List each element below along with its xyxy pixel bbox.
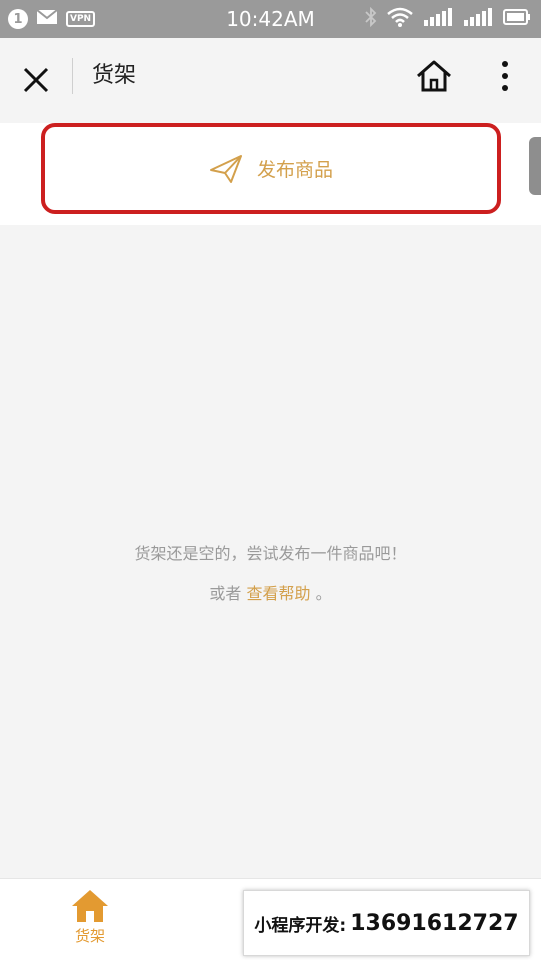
header-divider [72,58,73,94]
wifi-icon [387,7,413,31]
empty-state-message: 货架还是空的，尝试发布一件商品吧！ [134,544,407,563]
help-suffix: 。 [315,584,332,603]
promo-number: 13691612727 [350,910,519,936]
screen: 1 VPN 10:42AM 货架 发布商品 货架还是空的，尝试发布一件商品吧！ … [0,0,541,960]
close-button[interactable] [16,60,56,100]
help-line: 或者 查看帮助 。 [0,580,541,604]
status-right [365,0,531,38]
side-handle[interactable] [529,137,541,195]
publish-product-button[interactable]: 发布商品 [41,123,501,214]
signal-icon-2 [463,8,493,30]
promo-overlay: 小程序开发: 13691612727 [243,890,530,956]
home-icon [417,60,451,92]
signal-icon-1 [423,8,453,30]
tab-shelf[interactable]: 货架 [50,889,130,953]
battery-icon [503,8,531,30]
home-filled-icon [72,890,108,922]
tab-shelf-label: 货架 [74,927,105,945]
more-vertical-icon [502,61,508,91]
home-button[interactable] [412,56,456,96]
publish-label: 发布商品 [256,159,333,181]
status-bar: 1 VPN 10:42AM [0,0,541,38]
help-prefix: 或者 [209,584,242,603]
bluetooth-icon [365,6,377,31]
more-button[interactable] [490,56,520,96]
publish-band: 发布商品 [0,123,541,225]
close-icon [23,67,49,93]
paper-plane-icon [209,154,242,183]
page-title: 货架 [92,63,137,88]
promo-label: 小程序开发: [254,915,347,936]
header: 货架 [0,38,541,123]
view-help-link[interactable]: 查看帮助 [246,584,310,603]
